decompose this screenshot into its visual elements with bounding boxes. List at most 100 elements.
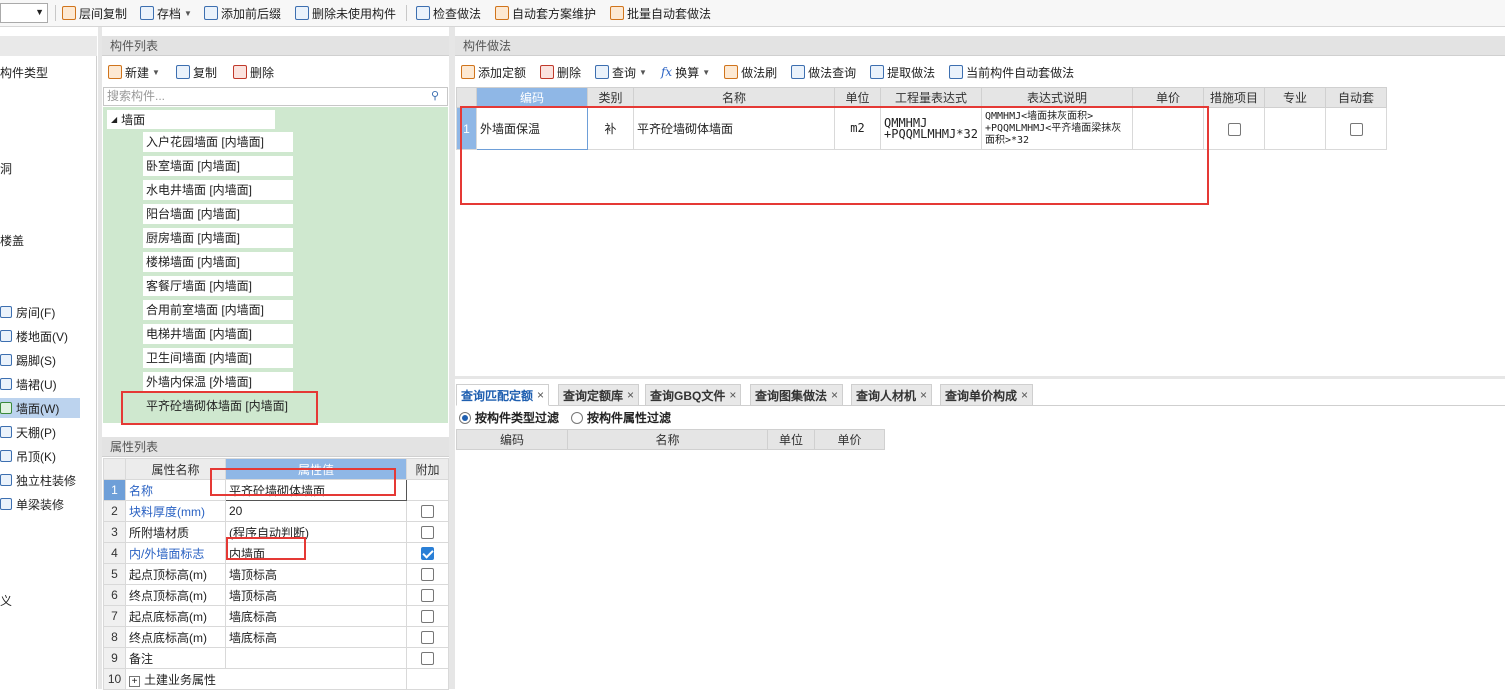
- add-prefix-button[interactable]: 添加前后缀: [204, 4, 281, 22]
- table-row[interactable]: 1 名称 平齐砼墙砌体墙面: [103, 479, 449, 501]
- col-price[interactable]: 单价: [814, 429, 885, 450]
- col-name[interactable]: 名称: [633, 87, 835, 108]
- method-query-button[interactable]: 做法查询: [808, 64, 856, 81]
- prop-value[interactable]: [225, 647, 407, 669]
- col-measure[interactable]: 措施项目: [1203, 87, 1265, 108]
- tree-item[interactable]: 楼梯墙面 [内墙面]: [143, 252, 293, 272]
- auto-checkbox[interactable]: [1349, 122, 1363, 136]
- table-row[interactable]: 2 块料厚度(mm) 20: [103, 500, 449, 522]
- filter-type-radio[interactable]: [459, 411, 471, 424]
- extra-checkbox[interactable]: [421, 652, 434, 666]
- tree-item[interactable]: 入户花园墙面 [内墙面]: [143, 132, 293, 152]
- tree-item[interactable]: 卧室墙面 [内墙面]: [143, 156, 293, 176]
- tab-unit-price[interactable]: 查询单价构成 ×: [940, 384, 1034, 406]
- expand-icon[interactable]: +: [129, 675, 140, 687]
- delete-button[interactable]: 删除: [557, 64, 581, 81]
- component-search-input[interactable]: 搜索构件...: [103, 87, 448, 106]
- extra-checkbox[interactable]: [421, 526, 434, 540]
- col-auto[interactable]: 自动套: [1325, 87, 1387, 108]
- prop-value[interactable]: 墙底标高: [225, 626, 407, 648]
- splitter[interactable]: [455, 376, 1505, 379]
- price-cell[interactable]: [1132, 107, 1204, 150]
- close-icon[interactable]: ×: [729, 388, 736, 402]
- table-row[interactable]: 4 内/外墙面标志 内墙面: [103, 542, 449, 564]
- extra-checkbox[interactable]: [421, 568, 434, 582]
- tab-match-quota[interactable]: 查询匹配定额 ×: [456, 384, 550, 406]
- col-unit[interactable]: 单位: [834, 87, 881, 108]
- chevron-down-icon[interactable]: ▼: [152, 68, 160, 77]
- close-icon[interactable]: ×: [920, 388, 927, 402]
- archive-button[interactable]: 存档 ▼: [140, 4, 192, 22]
- name-cell[interactable]: 平齐砼墙砌体墙面: [633, 107, 835, 150]
- col-code[interactable]: 编码: [476, 87, 588, 108]
- col-code[interactable]: 编码: [456, 429, 568, 450]
- expr-desc-cell[interactable]: QMMHMJ<墙面抹灰面积> +PQQMLMHMJ<平齐墙面梁抹灰面积>*32: [981, 107, 1133, 150]
- delete-unused-button[interactable]: 删除未使用构件: [295, 4, 396, 22]
- table-row[interactable]: 10 + 土建业务属性: [103, 668, 449, 690]
- collapse-triangle-icon[interactable]: ◢: [111, 115, 117, 124]
- query-button[interactable]: 查询: [612, 64, 636, 81]
- tree-item[interactable]: 阳台墙面 [内墙面]: [143, 204, 293, 224]
- code-cell[interactable]: 外墙面保温: [476, 107, 588, 150]
- table-row[interactable]: 9 备注: [103, 647, 449, 669]
- prop-value-input[interactable]: 平齐砼墙砌体墙面: [225, 479, 407, 501]
- nav-item-room[interactable]: 房间(F): [0, 302, 80, 322]
- copy-button[interactable]: 复制: [193, 64, 217, 81]
- table-row[interactable]: 6 终点顶标高(m) 墙顶标高: [103, 584, 449, 606]
- nav-label-floor-cover[interactable]: 楼盖: [0, 232, 24, 249]
- unit-cell[interactable]: m2: [834, 107, 881, 150]
- table-row[interactable]: 7 起点底标高(m) 墙底标高: [103, 605, 449, 627]
- copy-floor-button[interactable]: 层间复制: [62, 4, 127, 22]
- extra-checkbox-checked[interactable]: [421, 547, 434, 561]
- tab-atlas-method[interactable]: 查询图集做法 ×: [750, 384, 844, 406]
- tree-item[interactable]: 客餐厅墙面 [内墙面]: [143, 276, 293, 296]
- col-unit[interactable]: 单位: [767, 429, 815, 450]
- auto-scheme-button[interactable]: 自动套方案维护: [495, 4, 596, 22]
- extract-method-button[interactable]: 提取做法: [887, 64, 935, 81]
- splitter[interactable]: [98, 27, 102, 689]
- extra-checkbox[interactable]: [421, 589, 434, 603]
- auto-apply-button[interactable]: 当前构件自动套做法: [966, 64, 1074, 81]
- tree-root-wall-surface[interactable]: ◢ 墙面: [107, 110, 276, 129]
- nav-label-hole[interactable]: 洞: [0, 160, 12, 177]
- col-specialty[interactable]: 专业: [1264, 87, 1326, 108]
- table-row[interactable]: 1 外墙面保温 补 平齐砼墙砌体墙面 m2 QMMHMJ +PQQMLMHMJ*…: [456, 107, 1387, 150]
- col-prop-value[interactable]: 属性值: [225, 458, 407, 480]
- chevron-down-icon[interactable]: ▼: [639, 68, 647, 77]
- specialty-cell[interactable]: [1264, 107, 1326, 150]
- tree-item[interactable]: 电梯井墙面 [内墙面]: [143, 324, 293, 344]
- nav-item-dado[interactable]: 墙裙(U): [0, 374, 80, 394]
- extra-checkbox[interactable]: [421, 610, 434, 624]
- prop-value[interactable]: 墙顶标高: [225, 584, 407, 606]
- prop-value[interactable]: 墙顶标高: [225, 563, 407, 585]
- nav-label-partial[interactable]: 义: [0, 592, 12, 609]
- table-row[interactable]: 8 终点底标高(m) 墙底标高: [103, 626, 449, 648]
- nav-item-ceiling[interactable]: 天棚(P): [0, 422, 80, 442]
- col-category[interactable]: 类别: [587, 87, 634, 108]
- tree-item[interactable]: 水电井墙面 [内墙面]: [143, 180, 293, 200]
- col-name[interactable]: 名称: [567, 429, 768, 450]
- close-icon[interactable]: ×: [627, 388, 634, 402]
- table-row[interactable]: 3 所附墙材质 (程序自动判断): [103, 521, 449, 543]
- add-quota-button[interactable]: 添加定额: [478, 64, 526, 81]
- floor-combo[interactable]: ▼: [0, 3, 48, 23]
- tree-item[interactable]: 外墙内保温 [外墙面]: [143, 372, 293, 392]
- prop-value[interactable]: 内墙面: [225, 542, 407, 564]
- measure-checkbox[interactable]: [1227, 122, 1241, 136]
- col-prop-name[interactable]: 属性名称: [125, 458, 226, 480]
- col-price[interactable]: 单价: [1132, 87, 1204, 108]
- tree-item[interactable]: 卫生间墙面 [内墙面]: [143, 348, 293, 368]
- prop-value[interactable]: 墙底标高: [225, 605, 407, 627]
- nav-item-column-finish[interactable]: 独立柱装修: [0, 470, 80, 490]
- extra-checkbox[interactable]: [421, 631, 434, 645]
- category-cell[interactable]: 补: [587, 107, 634, 150]
- search-icon[interactable]: ⚲: [431, 89, 439, 102]
- nav-item-beam-finish[interactable]: 单梁装修: [0, 494, 80, 514]
- check-method-button[interactable]: 检查做法: [416, 4, 481, 22]
- tab-labor-material[interactable]: 查询人材机 ×: [851, 384, 933, 406]
- tree-item[interactable]: 合用前室墙面 [内墙面]: [143, 300, 293, 320]
- tree-item[interactable]: 厨房墙面 [内墙面]: [143, 228, 293, 248]
- extra-checkbox[interactable]: [421, 505, 434, 519]
- batch-auto-button[interactable]: 批量自动套做法: [610, 4, 711, 22]
- nav-item-suspended-ceiling[interactable]: 吊顶(K): [0, 446, 80, 466]
